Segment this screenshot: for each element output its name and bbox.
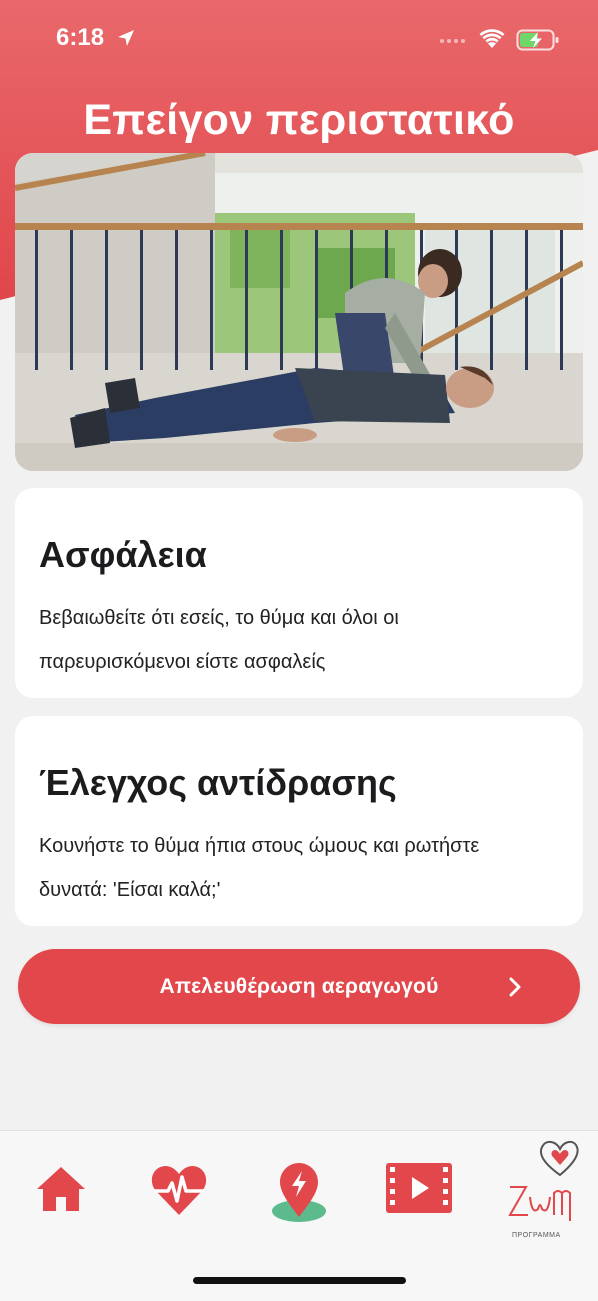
cellular-signal-icon [440, 39, 465, 43]
video-icon[interactable] [386, 1163, 452, 1213]
safety-card: Ασφάλεια Βεβαιωθείτε ότι εσείς, το θύμα … [15, 488, 583, 698]
cpr-photo [15, 153, 583, 471]
location-arrow-icon [118, 30, 134, 46]
next-step-label: Απελευθέρωση αεραγωγού [159, 974, 439, 998]
map-pin-icon[interactable] [270, 1161, 328, 1223]
status-time: 6:18 [56, 24, 105, 51]
page-title: Επείγον περιστατικό [83, 96, 515, 144]
safety-card-title: Ασφάλεια [39, 534, 207, 575]
wifi-icon [479, 29, 505, 48]
next-step-button[interactable]: Απελευθέρωση αεραγωγού [18, 949, 580, 1024]
home-indicator [193, 1277, 406, 1284]
status-bar: 6:18 [0, 0, 598, 80]
battery-charging-icon [516, 29, 559, 51]
chevron-right-icon [509, 977, 521, 997]
heartbeat-icon[interactable] [150, 1161, 208, 1219]
home-icon[interactable] [35, 1163, 87, 1215]
tab-bar: ΠΡΟΓΡΑΜΜΑ [0, 1130, 598, 1301]
response-check-card-text: Κουνήστε το θύμα ήπια στους ώμους και ρω… [39, 835, 480, 901]
logo-subtitle: ΠΡΟΓΡΑΜΜΑ [512, 1232, 561, 1239]
zoi-program-logo[interactable]: ΠΡΟΓΡΑΜΜΑ [500, 1135, 580, 1245]
safety-card-text: Βεβαιωθείτε ότι εσείς, το θύμα και όλοι … [39, 607, 399, 673]
response-check-card: Έλεγχος αντίδρασης Κουνήστε το θύμα ήπια… [15, 716, 583, 926]
response-check-card-title: Έλεγχος αντίδρασης [39, 762, 397, 803]
